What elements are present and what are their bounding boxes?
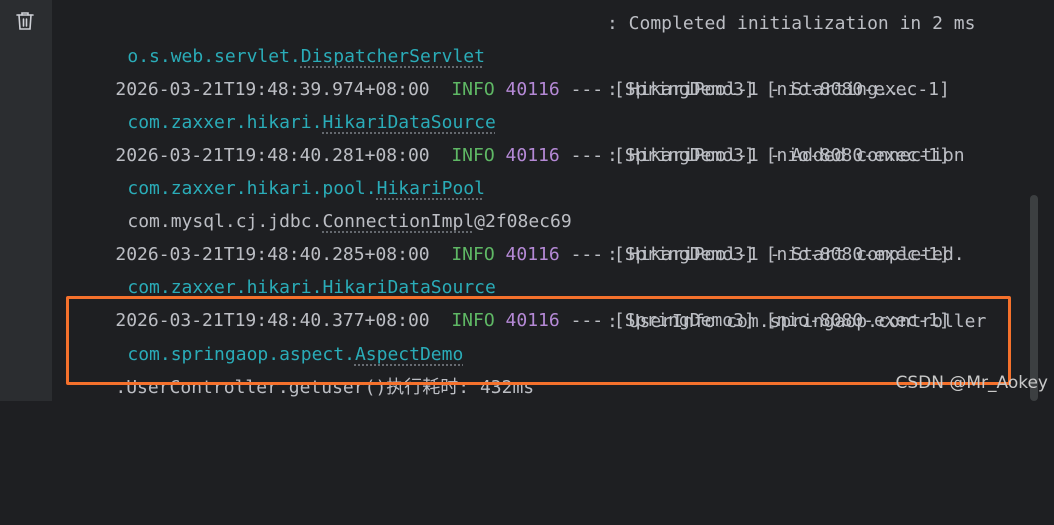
log-message: : HikariPool-1 - Starting...	[607, 79, 911, 100]
watermark: CSDN @Mr_Aokey	[895, 373, 1048, 393]
trash-icon[interactable]	[14, 10, 36, 32]
log-header-line: 2026-03-21T19:48:40.285+08:00 INFO 40116…	[72, 205, 950, 265]
log-message: : Completed initialization in 2 ms	[607, 13, 976, 34]
log-message: : HikariPool-1 - Added connection	[607, 145, 965, 166]
highlight-box	[66, 296, 1011, 385]
process-id: 40116	[505, 79, 560, 100]
log-line: com.zaxxer.hikari.HikariDataSource: Hika…	[84, 238, 964, 298]
process-id: 40116	[505, 244, 560, 265]
log-line: o.s.web.servlet.DispatcherServlet: Compl…	[84, 7, 975, 67]
log-header-line: 2026-03-21T19:48:40.281+08:00 INFO 40116…	[72, 106, 950, 166]
process-id: 40116	[505, 145, 560, 166]
console-toolbar	[0, 0, 53, 401]
vertical-scrollbar[interactable]	[1030, 195, 1038, 401]
log-continuation-line: com.mysql.cj.jdbc.ConnectionImpl@2f08ec6…	[127, 211, 572, 232]
log-line: com.zaxxer.hikari.pool.HikariPool: Hikar…	[84, 139, 964, 199]
log-header-line: 2026-03-21T19:48:39.974+08:00 INFO 40116…	[72, 40, 950, 100]
log-message: : HikariPool-1 - Start completed.	[607, 244, 965, 265]
log-line: com.zaxxer.hikari.HikariDataSource: Hika…	[84, 73, 910, 133]
